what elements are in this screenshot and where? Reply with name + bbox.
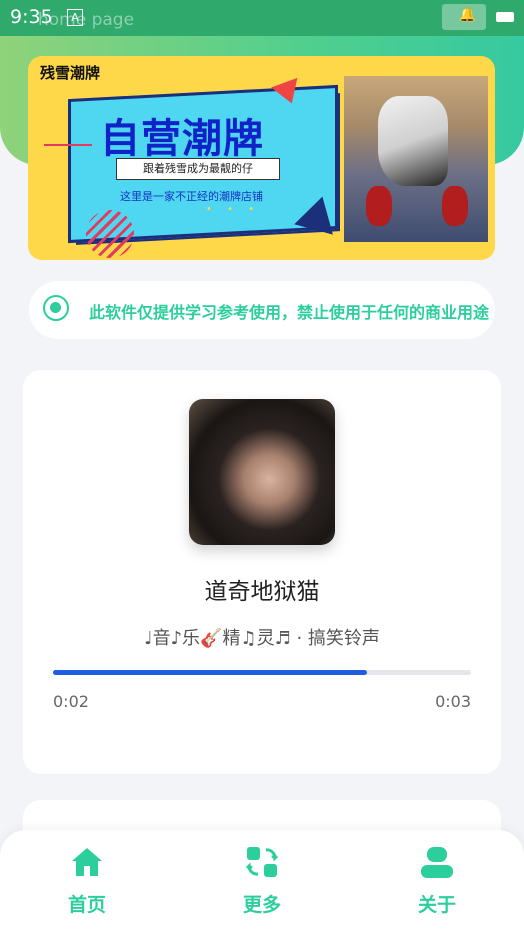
- home-icon: [72, 848, 102, 876]
- music-player-card: 道奇地狱猫 ♩音♪乐🎸精♫灵♬ · 搞笑铃声 0:02 0:03: [23, 370, 501, 774]
- tab-more-label: 更多: [242, 894, 281, 916]
- tab-about-label: 关于: [417, 894, 456, 916]
- total-time: 0:03: [435, 692, 471, 711]
- a-icon: A: [67, 9, 83, 26]
- bell-icon: 🔔: [458, 7, 476, 23]
- status-bar: home page 9:35 A 🔔: [0, 0, 524, 36]
- sneaker-stack-image: [378, 96, 448, 186]
- tab-home-label: 首页: [67, 894, 106, 916]
- notice-bar: 此软件仅提供学习参考使用，禁止使用于任何的商业用途: [29, 281, 495, 339]
- banner-dots: • • •: [206, 204, 261, 215]
- song-title: 道奇地狱猫: [204, 579, 320, 605]
- current-time: 0:02: [53, 692, 89, 711]
- tab-more[interactable]: 更多: [207, 844, 317, 924]
- banner-headline: 自营潮牌: [100, 116, 264, 162]
- notice-dot-icon: [43, 295, 69, 321]
- more-swap-icon: [245, 847, 279, 877]
- song-artist: ♩音♪乐🎸精♫灵♬ · 搞笑铃声: [144, 628, 380, 649]
- red-shoe-left: [366, 186, 392, 226]
- status-icons: 🔔: [442, 4, 514, 30]
- promo-banner[interactable]: 残雪潮牌 自营潮牌 跟着残雪成为最靓的仔 这里是一家不正经的潮牌店铺 • • •: [28, 56, 495, 260]
- progress-fill: [53, 670, 367, 675]
- banner-tagline: 跟着残雪成为最靓的仔: [116, 158, 280, 180]
- banner-subline: 这里是一家不正经的潮牌店铺: [120, 190, 263, 203]
- tab-home[interactable]: 首页: [32, 844, 142, 924]
- status-time: 9:35: [10, 6, 53, 28]
- bottom-tab-bar: 首页 更多 关于: [0, 830, 524, 931]
- red-shoe-right: [442, 186, 468, 226]
- zigzag-decoration: [44, 144, 92, 154]
- banner-brand: 残雪潮牌: [40, 64, 101, 82]
- stripe-decoration: [86, 210, 134, 258]
- battery-icon: [496, 12, 514, 22]
- album-cover[interactable]: [189, 399, 335, 545]
- progress-slider[interactable]: [53, 670, 471, 675]
- tab-about[interactable]: 关于: [382, 844, 492, 924]
- user-icon: [421, 847, 453, 878]
- notice-text: 此软件仅提供学习参考使用，禁止使用于任何的商业用途: [89, 303, 490, 322]
